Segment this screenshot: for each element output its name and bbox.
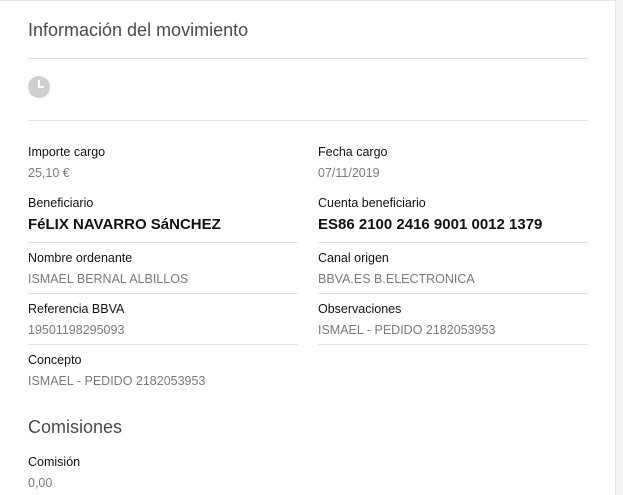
row-divider xyxy=(28,344,298,345)
icon-divider xyxy=(28,120,588,121)
fecha-cargo-value: 07/11/2019 xyxy=(318,166,380,180)
page-right-edge xyxy=(616,0,623,495)
movement-info-panel: Información del movimiento Importe cargo… xyxy=(0,0,616,495)
observaciones-field: Observaciones ISMAEL - PEDIDO 2182053953 xyxy=(318,301,588,338)
beneficiario-value: FéLIX NAVARRO SáNCHEZ xyxy=(28,216,221,233)
canal-origen-label: Canal origen xyxy=(318,251,389,265)
row-divider xyxy=(318,242,588,243)
nombre-ordenante-field: Nombre ordenante ISMAEL BERNAL ALBILLOS xyxy=(28,250,298,287)
observaciones-label: Observaciones xyxy=(318,302,402,316)
nombre-ordenante-value: ISMAEL BERNAL ALBILLOS xyxy=(28,272,189,286)
fecha-cargo-label: Fecha cargo xyxy=(318,145,388,159)
comision-label: Comisión xyxy=(28,455,81,469)
row-divider xyxy=(28,293,298,294)
beneficiario-label: Beneficiario xyxy=(28,196,94,210)
concepto-label: Concepto xyxy=(28,353,82,367)
row-divider xyxy=(318,293,588,294)
nombre-ordenante-label: Nombre ordenante xyxy=(28,251,133,265)
fecha-cargo-field: Fecha cargo 07/11/2019 xyxy=(318,144,588,181)
importe-cargo-field: Importe cargo 25,10 € xyxy=(28,144,298,181)
clock-icon xyxy=(28,76,50,98)
comision-field: Comisión 0,00 xyxy=(28,454,298,491)
concepto-field: Concepto ISMAEL - PEDIDO 2182053953 xyxy=(28,352,298,389)
cuenta-beneficiario-label: Cuenta beneficiario xyxy=(318,196,426,210)
row-divider xyxy=(318,344,588,345)
canal-origen-value: BBVA.ES B.ELECTRONICA xyxy=(318,272,475,286)
comision-value: 0,00 xyxy=(28,476,53,490)
cuenta-beneficiario-value: ES86 2100 2416 9001 0012 1379 xyxy=(318,216,543,233)
page-title: Información del movimiento xyxy=(28,20,249,40)
importe-cargo-label: Importe cargo xyxy=(28,145,106,159)
comisiones-title: Comisiones xyxy=(28,417,123,437)
row-divider xyxy=(28,242,298,243)
referencia-bbva-field: Referencia BBVA 19501198295093 xyxy=(28,301,298,338)
title-divider xyxy=(28,58,588,59)
referencia-bbva-label: Referencia BBVA xyxy=(28,302,125,316)
referencia-bbva-value: 19501198295093 xyxy=(28,323,125,337)
importe-cargo-value: 25,10 € xyxy=(28,166,70,180)
observaciones-value: ISMAEL - PEDIDO 2182053953 xyxy=(318,323,496,337)
cuenta-beneficiario-field: Cuenta beneficiario ES86 2100 2416 9001 … xyxy=(318,195,588,234)
canal-origen-field: Canal origen BBVA.ES B.ELECTRONICA xyxy=(318,250,588,287)
beneficiario-field: Beneficiario FéLIX NAVARRO SáNCHEZ xyxy=(28,195,298,234)
concepto-value: ISMAEL - PEDIDO 2182053953 xyxy=(28,374,206,388)
